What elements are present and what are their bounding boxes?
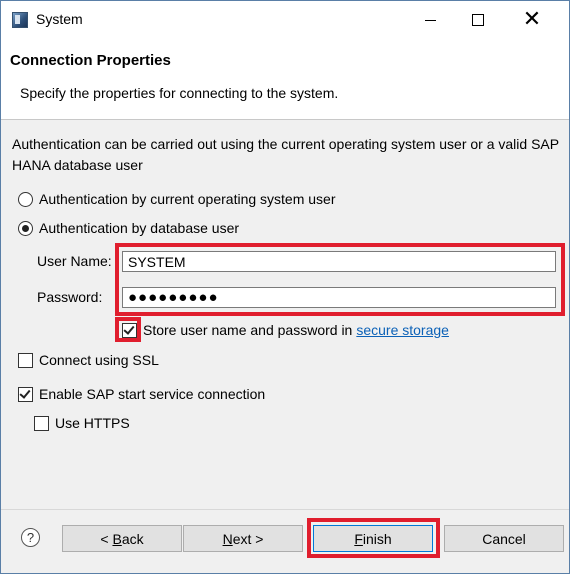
wizard-header: Connection Properties Specify the proper… bbox=[1, 39, 569, 120]
sap-start-row[interactable]: Enable SAP start service connection bbox=[18, 386, 265, 402]
password-input[interactable]: ●●●●●●●●● bbox=[122, 287, 556, 308]
back-prefix: < bbox=[100, 530, 113, 547]
app-icon bbox=[12, 12, 28, 28]
footer-separator bbox=[1, 509, 569, 510]
radio-os-user-label: Authentication by current operating syst… bbox=[39, 191, 336, 207]
auth-description: Authentication can be carried out using … bbox=[12, 136, 559, 173]
ssl-label: Connect using SSL bbox=[39, 352, 159, 368]
minimize-icon bbox=[424, 19, 436, 21]
store-credentials-row[interactable]: Store user name and password in secure s… bbox=[122, 322, 449, 338]
store-credentials-label: Store user name and password in bbox=[143, 322, 353, 338]
https-row[interactable]: Use HTTPS bbox=[34, 415, 130, 431]
sap-start-checkbox[interactable] bbox=[18, 386, 33, 402]
help-icon[interactable]: ? bbox=[21, 528, 40, 547]
user-name-label: User Name: bbox=[37, 253, 112, 269]
close-icon: ✕ bbox=[522, 7, 542, 32]
radio-button-selected[interactable] bbox=[18, 220, 33, 236]
finish-mnemonic: F bbox=[354, 530, 363, 547]
radio-db-user-label: Authentication by database user bbox=[39, 220, 240, 236]
title-bar: System ✕ bbox=[1, 1, 569, 39]
ssl-checkbox[interactable] bbox=[18, 352, 33, 368]
page-title: Connection Properties bbox=[10, 52, 171, 69]
secure-storage-link[interactable]: secure storage bbox=[356, 322, 449, 338]
store-credentials-checkbox[interactable] bbox=[122, 322, 137, 338]
next-button[interactable]: Next > bbox=[183, 525, 303, 552]
user-name-input[interactable]: SYSTEM bbox=[122, 251, 556, 272]
close-button[interactable]: ✕ bbox=[509, 5, 555, 35]
ssl-row[interactable]: Connect using SSL bbox=[18, 352, 159, 368]
back-button[interactable]: < Back bbox=[62, 525, 182, 552]
password-label: Password: bbox=[37, 289, 103, 305]
password-value: ●●●●●●●●● bbox=[128, 289, 219, 306]
page-description: Specify the properties for connecting to… bbox=[20, 85, 339, 101]
back-rest: ack bbox=[121, 530, 144, 547]
cancel-button[interactable]: Cancel bbox=[444, 525, 564, 552]
user-name-value: SYSTEM bbox=[128, 253, 186, 270]
maximize-icon bbox=[472, 14, 484, 26]
radio-os-user[interactable]: Authentication by current operating syst… bbox=[18, 191, 336, 207]
finish-button[interactable]: Finish bbox=[313, 525, 433, 552]
maximize-button[interactable] bbox=[455, 5, 501, 35]
sap-start-label: Enable SAP start service connection bbox=[39, 386, 266, 402]
next-rest: ext > bbox=[232, 530, 264, 547]
radio-db-user[interactable]: Authentication by database user bbox=[18, 220, 239, 236]
window-title: System bbox=[36, 11, 83, 27]
minimize-button[interactable] bbox=[407, 5, 453, 35]
radio-button[interactable] bbox=[18, 191, 33, 207]
back-mnemonic: B bbox=[112, 530, 122, 547]
finish-rest: inish bbox=[362, 530, 392, 547]
https-label: Use HTTPS bbox=[55, 415, 130, 431]
https-checkbox[interactable] bbox=[34, 415, 49, 431]
cancel-label: Cancel bbox=[482, 530, 526, 547]
dialog-window: System ✕ Connection Properties Specify t… bbox=[0, 0, 570, 574]
next-mnemonic: N bbox=[222, 530, 233, 547]
